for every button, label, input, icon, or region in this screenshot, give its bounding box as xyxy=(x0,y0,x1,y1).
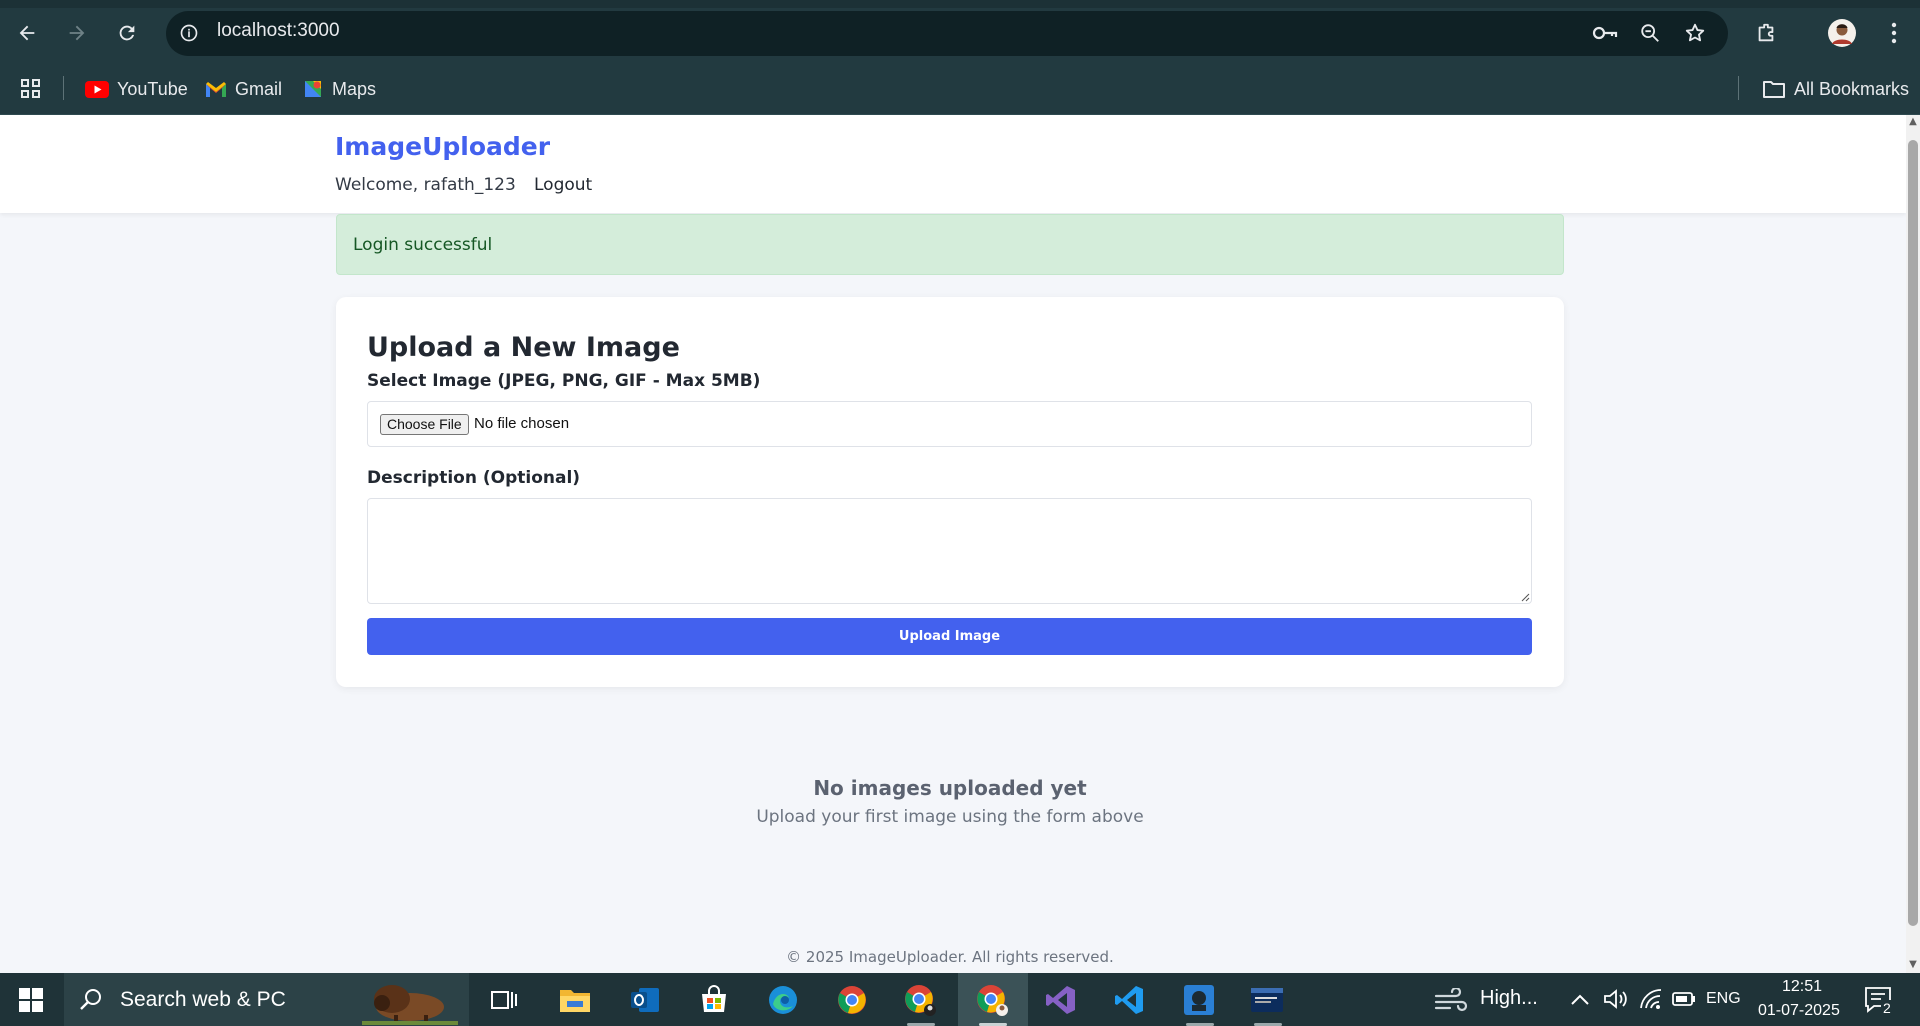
outlook-icon xyxy=(629,985,661,1015)
choose-file-button[interactable]: Choose File xyxy=(380,414,469,435)
footer-text: © 2025 ImageUploader. All rights reserve… xyxy=(0,948,1900,966)
apps-grid-icon xyxy=(20,78,42,100)
microsoft-store-icon xyxy=(699,985,729,1015)
file-explorer-icon xyxy=(559,986,591,1014)
zoom-icon[interactable] xyxy=(1635,18,1665,48)
bookmark-label: Maps xyxy=(332,79,376,100)
browser-menu-icon[interactable] xyxy=(1879,18,1909,48)
windows-logo-icon xyxy=(19,988,43,1012)
notification-badge: 2 xyxy=(1881,1000,1893,1016)
vscode-icon xyxy=(1113,984,1145,1016)
folder-icon xyxy=(1762,79,1786,99)
search-icon xyxy=(78,987,104,1013)
task-view-button[interactable] xyxy=(485,981,523,1019)
bookmark-label: YouTube xyxy=(117,79,188,100)
visual-studio-icon xyxy=(1045,984,1077,1016)
back-button[interactable] xyxy=(10,16,44,50)
success-alert: Login successful xyxy=(336,214,1564,275)
scrollbar-thumb[interactable] xyxy=(1908,140,1918,926)
bookmarks-bar xyxy=(0,65,1920,115)
visual-studio-button[interactable] xyxy=(1042,981,1080,1019)
battery-icon[interactable] xyxy=(1672,991,1696,1007)
bookmarks-separator xyxy=(1738,76,1739,100)
image-field-label: Select Image (JPEG, PNG, GIF - Max 5MB) xyxy=(367,371,760,391)
resize-grip-icon[interactable] xyxy=(1521,593,1530,602)
clock-time[interactable]: 12:51 xyxy=(1782,978,1822,996)
all-bookmarks-label: All Bookmarks xyxy=(1794,79,1909,100)
language-indicator[interactable]: ENG xyxy=(1706,990,1741,1008)
password-key-icon[interactable] xyxy=(1590,18,1620,48)
page-viewport: ImageUploader Welcome, rafath_123 Logout… xyxy=(0,115,1906,973)
apps-grid-button[interactable] xyxy=(20,73,42,105)
image-file-input[interactable]: Choose File No file chosen xyxy=(367,401,1532,447)
logout-button[interactable]: Logout xyxy=(534,175,592,195)
wind-icon xyxy=(1434,988,1468,1012)
site-header: ImageUploader Welcome, rafath_123 Logout xyxy=(0,115,1906,213)
all-bookmarks-button[interactable]: All Bookmarks xyxy=(1762,73,1909,105)
bookmark-youtube[interactable]: YouTube xyxy=(85,73,188,105)
file-status-text: No file chosen xyxy=(474,415,569,432)
brand-logo[interactable]: ImageUploader xyxy=(335,132,550,161)
chrome-profile-icon xyxy=(903,983,937,1017)
app-button[interactable] xyxy=(1180,981,1218,1019)
bookmarks-separator xyxy=(63,76,64,100)
gmail-icon xyxy=(205,81,227,98)
bison-highlight-icon xyxy=(362,977,458,1025)
bookmark-gmail[interactable]: Gmail xyxy=(205,73,282,105)
chrome-button[interactable] xyxy=(833,981,871,1019)
app-icon xyxy=(1183,984,1215,1016)
empty-state-title: No images uploaded yet xyxy=(0,776,1900,800)
task-view-icon xyxy=(490,988,518,1012)
upload-form-title: Upload a New Image xyxy=(367,332,680,363)
clock-date[interactable]: 01-07-2025 xyxy=(1758,1002,1840,1020)
scroll-down-icon[interactable]: ▼ xyxy=(1908,960,1918,970)
description-textarea[interactable] xyxy=(367,498,1532,604)
terminal-icon xyxy=(1250,986,1284,1014)
bookmark-label: Gmail xyxy=(235,79,282,100)
browser-tab-strip xyxy=(0,0,1920,8)
chrome-active-icon xyxy=(975,983,1009,1017)
weather-text[interactable]: High... xyxy=(1480,987,1538,1010)
forward-button[interactable] xyxy=(60,16,94,50)
reload-button[interactable] xyxy=(110,16,144,50)
arrow-left-icon xyxy=(16,22,38,44)
edge-icon xyxy=(767,984,799,1016)
wifi-icon[interactable] xyxy=(1638,988,1664,1010)
chrome-icon xyxy=(836,984,868,1016)
outlook-button[interactable] xyxy=(626,981,664,1019)
youtube-icon xyxy=(85,81,109,98)
empty-state-subtitle: Upload your first image using the form a… xyxy=(0,807,1900,827)
site-info-icon[interactable] xyxy=(174,18,204,48)
windows-taskbar: Search web & PC High... xyxy=(0,973,1920,1026)
maps-icon xyxy=(302,78,324,100)
url-text[interactable]: localhost:3000 xyxy=(217,20,340,42)
scroll-up-icon[interactable]: ▲ xyxy=(1908,117,1918,127)
chevron-up-icon[interactable] xyxy=(1570,992,1590,1006)
terminal-button[interactable] xyxy=(1248,981,1286,1019)
extensions-icon[interactable] xyxy=(1751,18,1781,48)
taskbar-search-box[interactable]: Search web & PC xyxy=(64,973,469,1026)
vscode-button[interactable] xyxy=(1110,981,1148,1019)
edge-button[interactable] xyxy=(764,981,802,1019)
upload-form-card: Upload a New Image Select Image (JPEG, P… xyxy=(336,297,1564,687)
description-field-label: Description (Optional) xyxy=(367,468,580,488)
address-bar[interactable] xyxy=(166,11,1728,56)
file-explorer-button[interactable] xyxy=(556,981,594,1019)
chrome-profile-button[interactable] xyxy=(901,981,939,1019)
chrome-active-button[interactable] xyxy=(973,981,1011,1019)
upload-image-button[interactable]: Upload Image xyxy=(367,618,1532,655)
bookmark-maps[interactable]: Maps xyxy=(302,73,376,105)
bookmark-star-icon[interactable] xyxy=(1680,18,1710,48)
start-button[interactable] xyxy=(0,973,62,1026)
welcome-text: Welcome, rafath_123 xyxy=(335,175,516,195)
weather-button[interactable] xyxy=(1432,981,1470,1019)
microsoft-store-button[interactable] xyxy=(695,981,733,1019)
profile-avatar[interactable] xyxy=(1827,18,1857,48)
alert-message: Login successful xyxy=(353,235,492,255)
arrow-right-icon xyxy=(66,22,88,44)
reload-icon xyxy=(116,22,138,44)
volume-icon[interactable] xyxy=(1603,988,1629,1010)
taskbar-search-placeholder: Search web & PC xyxy=(120,988,286,1012)
